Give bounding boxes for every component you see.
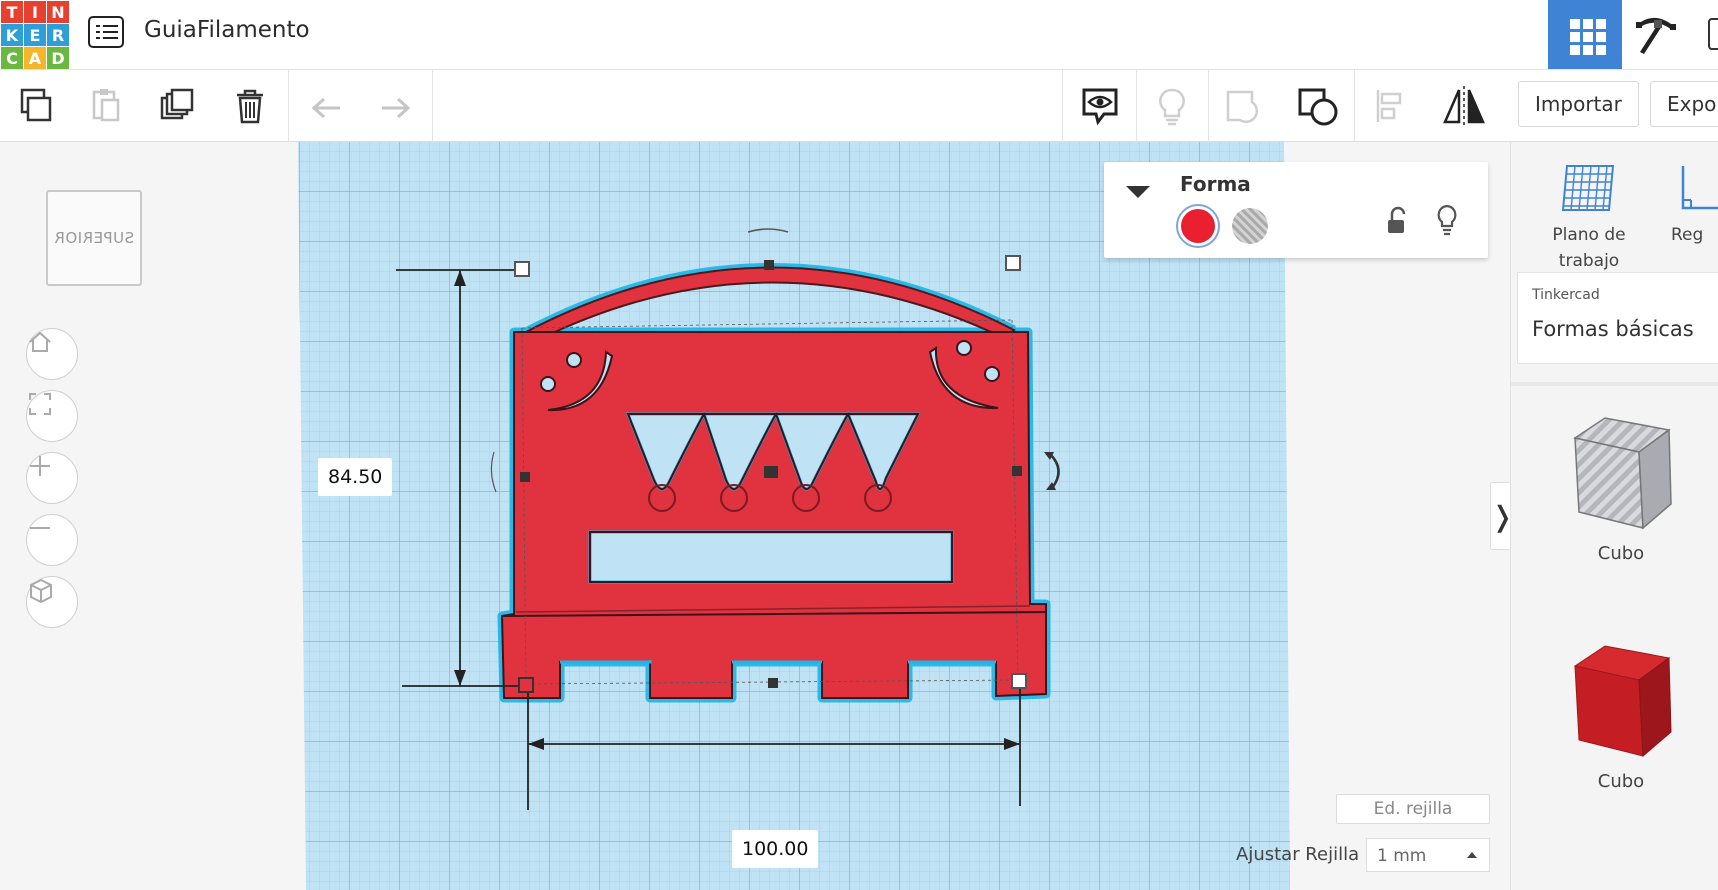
partial-button-edge[interactable] (1708, 18, 1718, 50)
view-cube[interactable]: SUPERIOR (46, 190, 142, 286)
delete-icon[interactable] (226, 82, 274, 130)
3d-view-button[interactable] (1548, 0, 1622, 69)
import-button[interactable]: Importar (1518, 81, 1639, 127)
shape-library-selector[interactable]: Tinkercad Formas básicas (1517, 272, 1718, 364)
shape-item-label: Cubo (1597, 771, 1645, 792)
group-icon[interactable] (1220, 82, 1268, 130)
export-button[interactable]: Expo (1650, 81, 1718, 127)
logo-letter: R (47, 24, 69, 46)
snap-grid-value: 1 mm (1377, 846, 1427, 866)
snap-grid-label: Ajustar Rejilla (1236, 844, 1360, 865)
align-icon[interactable] (1368, 82, 1416, 130)
workplane-label-line2: trabajo (1558, 251, 1620, 271)
light-bulb-icon[interactable] (1148, 82, 1196, 130)
collapse-panel-icon[interactable] (1126, 186, 1150, 198)
edit-toolbar: Importar Expo (0, 70, 1718, 142)
paste-icon[interactable] (82, 82, 130, 130)
tinkercad-app: TIN KER CAD GuiaFilamento Importar Expo SU… (0, 0, 1718, 890)
redo-icon[interactable] (372, 82, 420, 130)
show-notes-icon[interactable] (1076, 82, 1124, 130)
shape-item-cube-hole[interactable]: Cubo (1551, 408, 1691, 564)
logo-letter: D (47, 47, 69, 69)
shape-item-label: Cubo (1597, 543, 1645, 564)
shape-item-cube-solid[interactable]: Cubo (1551, 636, 1691, 792)
zoom-in-icon[interactable] (26, 452, 78, 504)
shape-inspector-title: Forma (1180, 172, 1251, 196)
workplane-icon (1527, 160, 1651, 222)
workplane-tool[interactable]: Plano de trabajo (1527, 160, 1651, 274)
zoom-out-icon[interactable] (26, 514, 78, 566)
shape-inspector: Forma (1104, 162, 1488, 258)
top-bar: TIN KER CAD GuiaFilamento (0, 0, 1718, 70)
caret-up-icon (1467, 852, 1477, 858)
home-view-icon[interactable] (26, 328, 78, 380)
perspective-icon[interactable] (26, 576, 78, 628)
ruler-label: Reg (1671, 225, 1704, 245)
ruler-icon (1671, 160, 1718, 222)
ruler-tool[interactable]: Reg (1671, 160, 1718, 248)
library-source: Tinkercad (1532, 287, 1600, 303)
logo-letter: N (47, 1, 69, 23)
light-bulb-icon[interactable] (1434, 204, 1460, 241)
design-list-button[interactable] (88, 16, 124, 48)
edit-grid-button[interactable]: Ed. rejilla (1336, 794, 1490, 824)
logo-letter: I (24, 1, 46, 23)
logo-letter: C (1, 47, 23, 69)
guia-filamento-shape[interactable] (497, 263, 1051, 703)
logo-letter: T (1, 1, 23, 23)
solid-color-button[interactable] (1176, 204, 1220, 248)
snap-grid-select[interactable]: 1 mm (1366, 838, 1490, 872)
height-dimension-input[interactable]: 84.50 (318, 458, 393, 496)
logo-letter: K (1, 24, 23, 46)
logo-letter: A (24, 47, 46, 69)
library-name: Formas básicas (1532, 317, 1694, 341)
duplicate-icon[interactable] (154, 82, 202, 130)
hole-button[interactable] (1232, 208, 1268, 244)
mirror-icon[interactable] (1440, 82, 1488, 130)
undo-icon[interactable] (302, 82, 350, 130)
cube-hole-icon (1573, 417, 1672, 530)
fit-view-icon[interactable] (26, 390, 78, 442)
project-title[interactable]: GuiaFilamento (144, 17, 310, 43)
ungroup-icon[interactable] (1294, 82, 1342, 130)
view-cube-label: SUPERIOR (53, 229, 135, 247)
logo-letter: E (24, 24, 46, 46)
shapes-panel: Plano de trabajo Reg Tinkercad Formas bá… (1510, 142, 1718, 890)
tinkercad-logo[interactable]: TIN KER CAD (0, 0, 69, 69)
lock-icon[interactable] (1384, 206, 1410, 241)
width-dimension-input[interactable]: 100.00 (732, 830, 819, 868)
copy-icon[interactable] (12, 82, 60, 130)
pickaxe-icon[interactable] (1630, 8, 1682, 60)
workplane-label-line1: Plano de (1552, 225, 1626, 245)
cube-solid-icon (1573, 645, 1672, 758)
